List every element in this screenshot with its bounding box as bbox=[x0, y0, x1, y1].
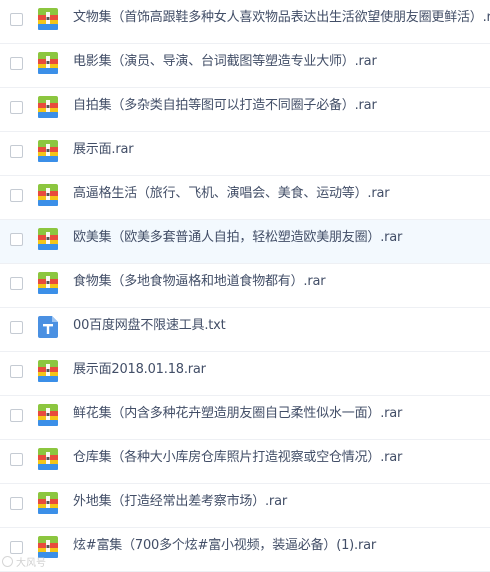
file-checkbox[interactable] bbox=[10, 409, 23, 422]
file-name[interactable]: 高逼格生活（旅行、飞机、演唱会、美食、运动等）.rar bbox=[73, 185, 390, 203]
file-checkbox[interactable] bbox=[10, 13, 23, 26]
file-row[interactable]: 00百度网盘不限速工具.txt bbox=[0, 308, 490, 352]
watermark-logo-icon bbox=[2, 556, 13, 567]
file-name[interactable]: 食物集（多地食物逼格和地道食物都有）.rar bbox=[73, 273, 326, 291]
file-row[interactable]: 高逼格生活（旅行、飞机、演唱会、美食、运动等）.rar bbox=[0, 176, 490, 220]
rar-archive-icon bbox=[38, 360, 58, 382]
file-row[interactable]: 欧美集（欧美多套普通人自拍，轻松塑造欧美朋友圈）.rar bbox=[0, 220, 490, 264]
watermark: 大风号 bbox=[2, 556, 66, 570]
file-name[interactable]: 仓库集（各种大小库房仓库照片打造视察或空仓情况）.rar bbox=[73, 449, 402, 467]
file-checkbox[interactable] bbox=[10, 233, 23, 246]
rar-archive-icon bbox=[38, 492, 58, 514]
file-checkbox[interactable] bbox=[10, 57, 23, 70]
file-name[interactable]: 外地集（打造经常出差考察市场）.rar bbox=[73, 493, 287, 511]
file-row[interactable]: 展示面.rar bbox=[0, 132, 490, 176]
file-checkbox[interactable] bbox=[10, 321, 23, 334]
rar-archive-icon bbox=[38, 8, 58, 30]
rar-archive-icon bbox=[38, 140, 58, 162]
rar-archive-icon bbox=[38, 96, 58, 118]
rar-archive-icon bbox=[38, 184, 58, 206]
file-checkbox[interactable] bbox=[10, 101, 23, 114]
rar-archive-icon bbox=[38, 448, 58, 470]
file-row[interactable]: 仓库集（各种大小库房仓库照片打造视察或空仓情况）.rar bbox=[0, 440, 490, 484]
watermark-text: 大风号 bbox=[16, 558, 46, 569]
file-name[interactable]: 文物集（首饰高跟鞋多种女人喜欢物品表达出生活欲望使朋友圈更鲜活）.rar bbox=[73, 9, 490, 27]
file-checkbox[interactable] bbox=[10, 189, 23, 202]
file-row[interactable]: 食物集（多地食物逼格和地道食物都有）.rar bbox=[0, 264, 490, 308]
rar-archive-icon bbox=[38, 228, 58, 250]
file-name[interactable]: 鲜花集（内含多种花卉塑造朋友圈自己柔性似水一面）.rar bbox=[73, 405, 402, 423]
rar-archive-icon bbox=[38, 272, 58, 294]
file-checkbox[interactable] bbox=[10, 497, 23, 510]
file-checkbox[interactable] bbox=[10, 145, 23, 158]
file-name[interactable]: 展示面.rar bbox=[73, 141, 134, 159]
txt-document-icon bbox=[38, 316, 58, 338]
file-row[interactable]: 电影集（演员、导演、台词截图等塑造专业大师）.rar bbox=[0, 44, 490, 88]
file-name[interactable]: 欧美集（欧美多套普通人自拍，轻松塑造欧美朋友圈）.rar bbox=[73, 229, 402, 247]
file-name[interactable]: 00百度网盘不限速工具.txt bbox=[73, 317, 226, 335]
rar-archive-icon bbox=[38, 536, 58, 558]
file-name[interactable]: 炫#富集（700多个炫#富小视频，装逼必备）(1).rar bbox=[73, 537, 376, 555]
file-checkbox[interactable] bbox=[10, 541, 23, 554]
file-name[interactable]: 电影集（演员、导演、台词截图等塑造专业大师）.rar bbox=[73, 53, 377, 71]
file-row[interactable]: 鲜花集（内含多种花卉塑造朋友圈自己柔性似水一面）.rar bbox=[0, 396, 490, 440]
file-row[interactable]: 展示面2018.01.18.rar bbox=[0, 352, 490, 396]
rar-archive-icon bbox=[38, 52, 58, 74]
file-name[interactable]: 展示面2018.01.18.rar bbox=[73, 361, 206, 379]
file-row[interactable]: 自拍集（多杂类自拍等图可以打造不同圈子必备）.rar bbox=[0, 88, 490, 132]
file-checkbox[interactable] bbox=[10, 365, 23, 378]
file-row[interactable]: 文物集（首饰高跟鞋多种女人喜欢物品表达出生活欲望使朋友圈更鲜活）.rar bbox=[0, 0, 490, 44]
file-checkbox[interactable] bbox=[10, 453, 23, 466]
file-row[interactable]: 外地集（打造经常出差考察市场）.rar bbox=[0, 484, 490, 528]
file-name[interactable]: 自拍集（多杂类自拍等图可以打造不同圈子必备）.rar bbox=[73, 97, 377, 115]
file-checkbox[interactable] bbox=[10, 277, 23, 290]
file-list: 文物集（首饰高跟鞋多种女人喜欢物品表达出生活欲望使朋友圈更鲜活）.rar 电影集（… bbox=[0, 0, 490, 572]
rar-archive-icon bbox=[38, 404, 58, 426]
file-row[interactable]: 炫#富集（700多个炫#富小视频，装逼必备）(1).rar bbox=[0, 528, 490, 572]
